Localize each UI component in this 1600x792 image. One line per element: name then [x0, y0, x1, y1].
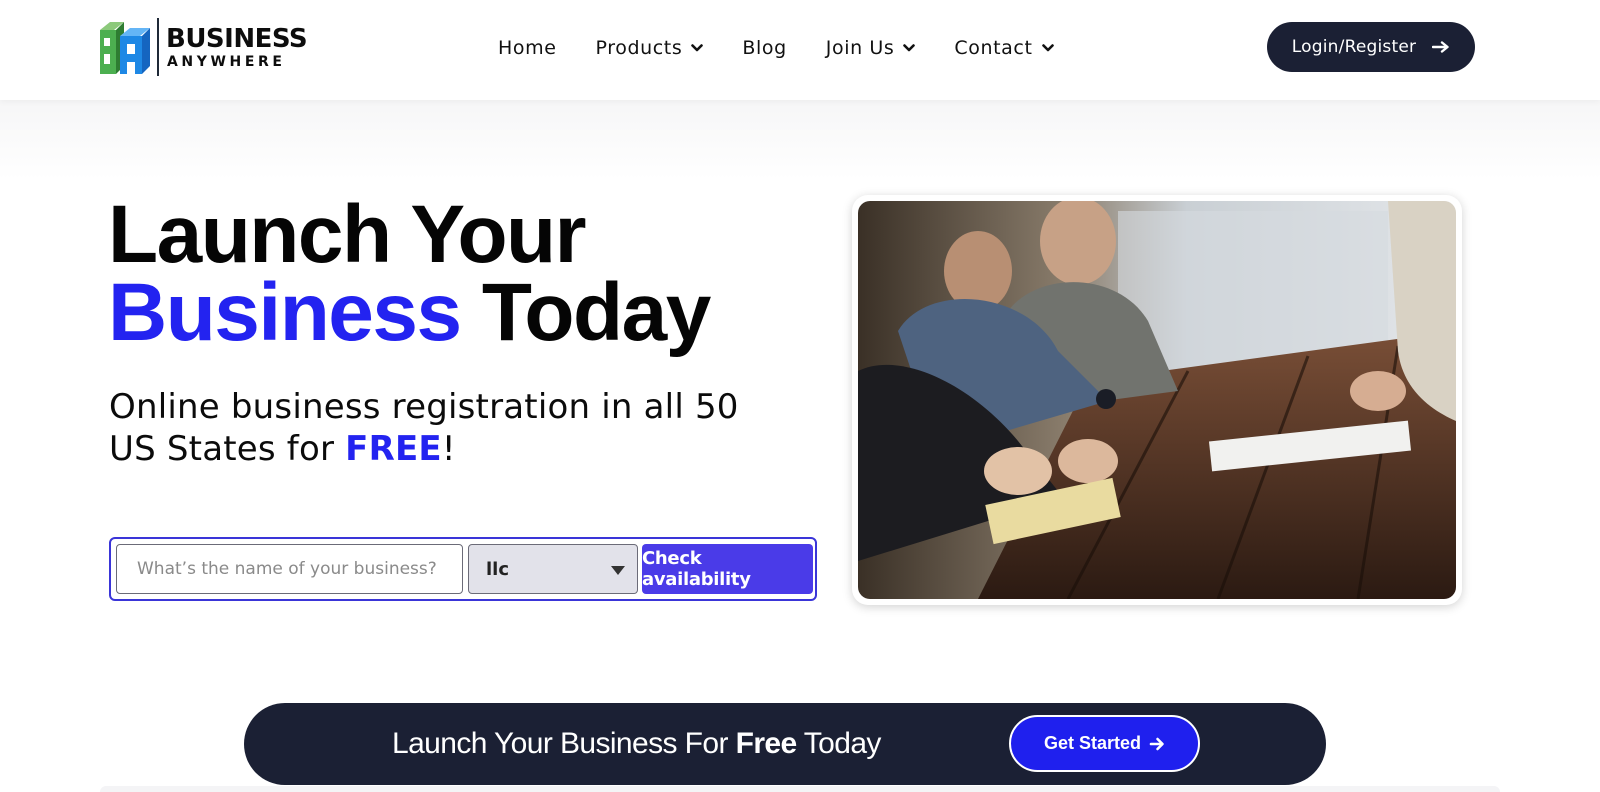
site-header: BUSINESS ANYWHERE Home Products Blog Joi… — [0, 0, 1600, 100]
nav-blog-label: Blog — [742, 37, 787, 59]
get-started-button[interactable]: Get Started — [1009, 715, 1200, 772]
arrow-right-icon — [1149, 737, 1164, 750]
logo-divider — [157, 18, 159, 76]
logo-word-business: BUSINESS — [166, 24, 308, 54]
cta-banner: Launch Your Business For Free Today Get … — [244, 703, 1326, 785]
nav-blog[interactable]: Blog — [742, 37, 786, 59]
nav-join-us-label: Join Us — [825, 37, 895, 59]
nav-products-label: Products — [595, 37, 683, 59]
chevron-down-icon — [691, 44, 704, 52]
entity-type-value: llc — [486, 558, 510, 580]
login-register-label: Login/Register — [1291, 37, 1417, 57]
chevron-down-icon — [1041, 44, 1054, 52]
chevron-down-icon — [903, 44, 916, 52]
subline-free: FREE — [345, 429, 442, 469]
banner-text-bold: Free — [735, 727, 798, 760]
banner-text-part1: Launch Your Business For — [392, 727, 728, 760]
logo-word-anywhere: ANYWHERE — [167, 54, 286, 70]
subline-end: ! — [441, 429, 456, 469]
ba-logo-icon — [100, 22, 150, 74]
get-started-label: Get Started — [1043, 733, 1142, 753]
main-nav: Home Products Blog Join Us Contact — [498, 33, 1093, 63]
caret-down-icon — [611, 566, 625, 575]
nav-products[interactable]: Products — [596, 37, 704, 59]
business-name-search-form: llc Check availability — [109, 537, 817, 601]
nav-home-label: Home — [498, 37, 557, 59]
check-availability-button[interactable]: Check availability — [642, 544, 813, 594]
nav-home[interactable]: Home — [498, 37, 557, 59]
headline-rest: Today — [481, 267, 711, 358]
next-section-edge — [100, 786, 1500, 792]
banner-text: Launch Your Business For Free Today — [392, 727, 881, 761]
business-name-input[interactable] — [116, 544, 463, 594]
hero-photo-frame — [852, 195, 1462, 605]
hero-headline: Launch Your Business Today — [108, 194, 711, 354]
hero-subline: Online business registration in all 50 U… — [109, 386, 749, 470]
nav-join-us[interactable]: Join Us — [826, 37, 916, 59]
hero-background — [0, 100, 1600, 180]
site-logo[interactable]: BUSINESS ANYWHERE — [96, 18, 308, 78]
nav-contact-label: Contact — [954, 37, 1033, 59]
arrow-right-icon — [1432, 41, 1449, 53]
entity-type-select[interactable]: llc — [468, 544, 638, 594]
banner-text-part2: Today — [803, 727, 882, 760]
nav-contact[interactable]: Contact — [954, 37, 1054, 59]
login-register-button[interactable]: Login/Register — [1267, 22, 1475, 72]
meeting-photo — [858, 201, 1456, 599]
headline-accent: Business — [108, 267, 462, 358]
